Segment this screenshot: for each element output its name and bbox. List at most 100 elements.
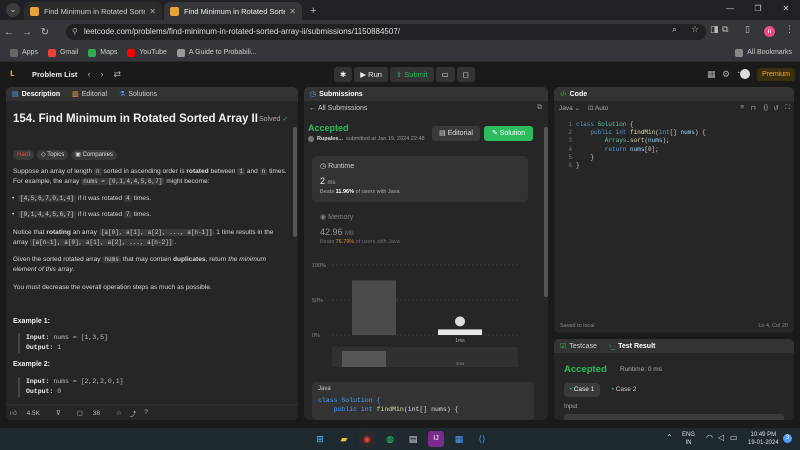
whatsapp-icon[interactable]: ◍ xyxy=(382,431,398,447)
tab-solutions[interactable]: ⚗ Solutions xyxy=(119,90,157,99)
zoom-icon[interactable]: ⌕ xyxy=(672,24,677,35)
url-input[interactable]: ⚲ leetcode.com/problems/find-minimum-in-… xyxy=(66,24,706,40)
page-icon xyxy=(176,48,185,57)
tab-submissions[interactable]: ◷ Submissions xyxy=(310,90,363,99)
username[interactable]: Rupalee... xyxy=(317,136,343,142)
tab-test-result[interactable]: ›_ Test Result xyxy=(609,343,655,350)
feedback-button[interactable]: ◻ xyxy=(456,67,475,82)
app-icon[interactable]: ▤ xyxy=(405,431,421,447)
tab-editorial[interactable]: ▥ Editorial xyxy=(72,90,107,99)
site-info-icon[interactable]: ⚲ xyxy=(72,24,78,40)
close-tab-icon[interactable]: ✕ xyxy=(149,7,156,16)
example-1-title: Example 1: xyxy=(13,318,50,325)
code-token: sort xyxy=(630,137,645,145)
runtime-card[interactable]: ◷ Runtime 2 ms Beats 11.96% of users wit… xyxy=(312,156,528,202)
bookmark-guide[interactable]: A Guide to Probabili... xyxy=(176,48,257,57)
solution-button[interactable]: ✎ Solution xyxy=(484,126,533,141)
tray-chevron-icon[interactable]: ⌃ xyxy=(666,434,673,442)
case-2-tab[interactable]: • Case 2 xyxy=(606,383,642,397)
vscode-icon[interactable]: ⟨⟩ xyxy=(474,431,490,447)
problem-list-link[interactable]: Problem List xyxy=(32,70,77,79)
wifi-icon[interactable]: ◠ xyxy=(706,434,713,442)
browser-tab-2[interactable]: Find Minimum in Rotated Sorte ✕ xyxy=(164,2,302,20)
mode-indicator[interactable]: ⊡ Auto xyxy=(588,104,608,112)
bookmark-star-icon[interactable]: ☆ xyxy=(691,24,699,35)
volume-icon[interactable]: ◁ xyxy=(718,434,724,442)
maximize-icon[interactable]: ❐ xyxy=(744,0,772,18)
language-select[interactable]: Java ⌄ xyxy=(559,104,580,112)
close-tab-icon[interactable]: ✕ xyxy=(289,7,296,16)
run-button[interactable]: ▶ Run xyxy=(354,67,388,82)
settings-gear-icon[interactable]: ⚙ xyxy=(722,69,730,80)
intellij-icon[interactable]: IJ xyxy=(428,431,444,447)
notes-button[interactable]: ▭ xyxy=(435,67,455,82)
tab-description[interactable]: ▤ Description xyxy=(12,90,60,99)
distribution-bar[interactable] xyxy=(352,280,396,335)
profile-avatar[interactable]: n xyxy=(764,26,775,37)
bookmark-apps[interactable]: Apps xyxy=(10,48,38,57)
chrome-menu-icon[interactable]: ⋮ xyxy=(785,24,794,35)
topics-chip[interactable]: ◇ Topics xyxy=(37,150,69,160)
favorite-icon[interactable]: ☆ xyxy=(116,409,122,417)
language-indicator[interactable]: ENG IN xyxy=(682,431,695,447)
notification-badge[interactable]: 3 xyxy=(783,434,792,443)
distribution-bar[interactable] xyxy=(438,329,482,335)
prev-problem-icon[interactable]: ‹ xyxy=(87,69,90,79)
format-icon[interactable]: ≡ xyxy=(740,104,744,111)
debug-button[interactable]: ✱ xyxy=(334,67,353,82)
fullscreen-icon[interactable]: ⛶ xyxy=(785,104,790,112)
windows-start-icon[interactable]: ⊞ xyxy=(312,431,328,447)
bookmark-icon[interactable]: ⊓ xyxy=(751,104,756,112)
tab-code[interactable]: ‹/› Code xyxy=(560,91,587,98)
reload-icon[interactable]: ↻ xyxy=(36,27,54,38)
layout-icon[interactable]: ▦ xyxy=(707,69,716,80)
braces-icon[interactable]: {} xyxy=(764,104,768,111)
description-scrollbar[interactable] xyxy=(293,127,297,237)
like-button[interactable]: 👍︎ 4.5K xyxy=(10,409,48,417)
browser-tab-1[interactable]: Find Minimum in Rotated Sorte ✕ xyxy=(24,2,162,20)
user-avatar[interactable] xyxy=(740,69,750,79)
extensions-puzzle-icon[interactable]: ⧉ xyxy=(722,24,728,35)
code-text-area[interactable]: class Solution { public int findMin(int[… xyxy=(576,121,706,170)
companies-chip[interactable]: ▣ Companies xyxy=(71,150,117,160)
new-tab-icon[interactable]: + xyxy=(310,5,316,17)
forward-icon[interactable]: → xyxy=(18,27,36,38)
shuffle-icon[interactable]: ⇄ xyxy=(113,69,121,80)
tab-testcase[interactable]: ☑ Testcase xyxy=(560,342,597,351)
premium-button[interactable]: Premium xyxy=(757,68,795,81)
next-problem-icon[interactable]: › xyxy=(100,69,103,79)
extension-icon[interactable]: ◨ xyxy=(710,24,719,35)
link-icon[interactable]: ⧉ xyxy=(537,104,542,112)
battery-icon[interactable]: ▭ xyxy=(730,434,738,442)
side-panel-icon[interactable]: ▯ xyxy=(745,24,750,35)
reset-icon[interactable]: ↺ xyxy=(774,104,779,112)
back-icon[interactable]: ← xyxy=(0,27,18,38)
chrome-taskbar-icon[interactable]: ◉ xyxy=(359,431,375,447)
memory-card[interactable]: ◉ Memory 42.96 MB Beats 76.79% of users … xyxy=(312,209,528,249)
all-submissions-link[interactable]: ← All Submissions ⧉ xyxy=(304,101,548,115)
submissions-scrollbar[interactable] xyxy=(544,127,548,297)
example-1-box: Input: nums = [1,3,5] Output: 1 xyxy=(18,333,108,353)
tab-search-icon[interactable]: ⌄ xyxy=(6,3,20,17)
dislike-button[interactable]: ⊽ xyxy=(56,409,69,417)
lang-code: ENG xyxy=(682,432,696,438)
case-1-tab[interactable]: • Case 1 xyxy=(564,383,600,397)
bookmark-youtube[interactable]: YouTube xyxy=(127,48,167,57)
code-language: Java xyxy=(318,386,331,392)
your-submission-marker xyxy=(455,316,465,327)
editorial-button[interactable]: ▤ Editorial xyxy=(432,126,480,141)
file-explorer-icon[interactable]: ▰ xyxy=(336,431,352,447)
bookmark-maps[interactable]: Maps xyxy=(88,48,117,57)
app-window-icon[interactable]: ▦ xyxy=(451,431,467,447)
minimize-icon[interactable]: — xyxy=(716,0,744,18)
all-bookmarks[interactable]: All Bookmarks xyxy=(735,48,792,57)
submit-button[interactable]: ⇪ Submit xyxy=(389,67,434,82)
bookmark-label: All Bookmarks xyxy=(747,49,792,56)
leetcode-logo-icon[interactable]: ʟ xyxy=(10,69,20,79)
close-window-icon[interactable]: ✕ xyxy=(772,0,800,18)
share-icon[interactable]: ⤴ xyxy=(130,408,137,418)
help-icon[interactable]: ? xyxy=(144,409,148,416)
comments-button[interactable]: ▢ 38 xyxy=(77,409,108,417)
bookmark-gmail[interactable]: Gmail xyxy=(47,48,78,57)
clock[interactable]: 10:49 PM 19-01-2024 xyxy=(748,431,779,447)
